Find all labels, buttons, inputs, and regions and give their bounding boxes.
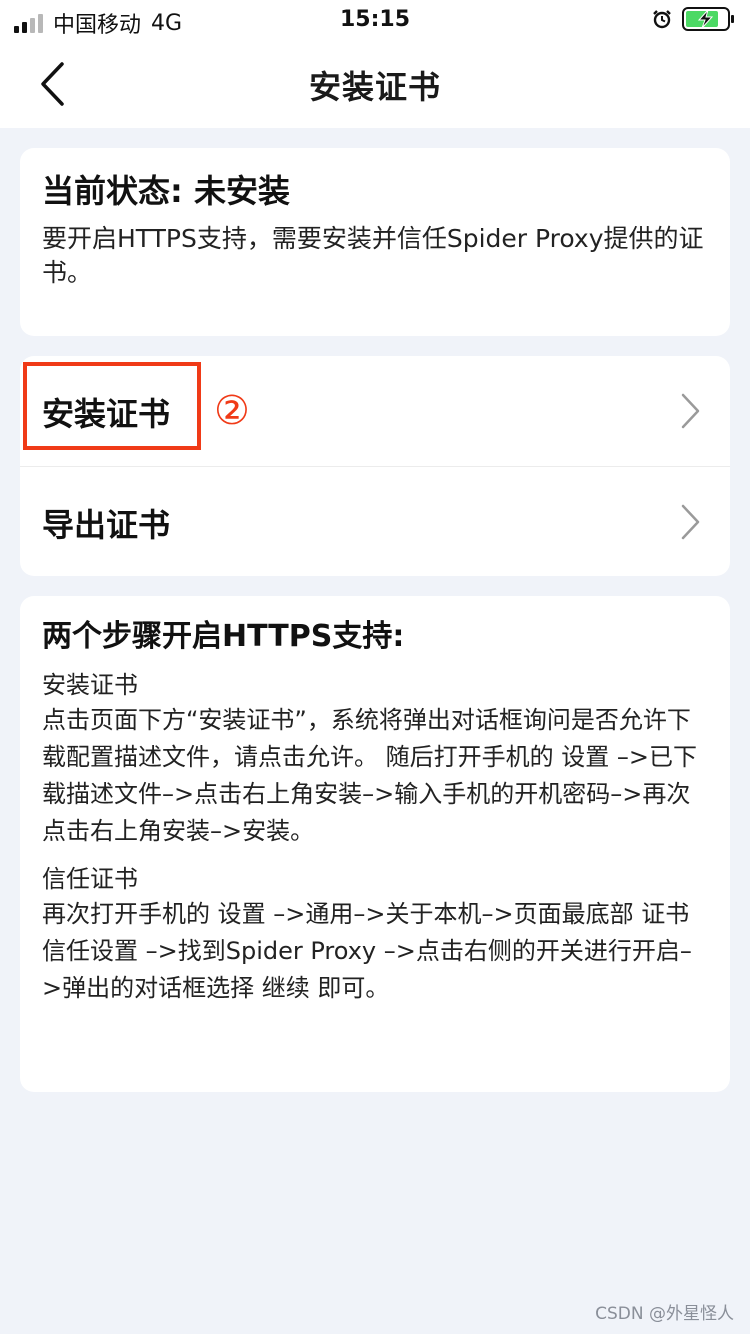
install-status-description: 要开启HTTPS支持，需要安装并信任Spider Proxy提供的证书。 <box>42 224 704 287</box>
annotation-step-marker: ② <box>214 388 250 434</box>
battery-charging-icon <box>682 7 734 31</box>
install-status-title: 当前状态: 未安装 <box>42 172 290 210</box>
steps-title: 两个步骤开启HTTPS支持: <box>42 619 405 654</box>
step-text: 再次打开手机的 设置 –>通用–>关于本机–>页面最底部 证书信任设置 –>找到… <box>42 900 692 1002</box>
status-time: 15:15 <box>339 7 411 32</box>
steps-card: 两个步骤开启HTTPS支持: 安装证书 点击页面下方“安装证书”，系统将弹出对话… <box>20 596 730 1092</box>
step-trust-certificate: 信任证书 再次打开手机的 设置 –>通用–>关于本机–>页面最底部 证书信任设置… <box>42 862 708 1007</box>
step-heading: 信任证书 <box>42 865 138 893</box>
menu-item-label: 导出证书 <box>42 506 171 544</box>
menu-item-install-certificate[interactable]: 安装证书 ② <box>20 356 730 466</box>
menu-item-label: 安装证书 <box>42 395 171 433</box>
step-heading: 安装证书 <box>42 671 138 699</box>
menu-item-export-certificate[interactable]: 导出证书 <box>20 466 730 576</box>
status-right <box>652 7 736 31</box>
chevron-right-icon <box>681 393 700 429</box>
step-text: 点击页面下方“安装证书”，系统将弹出对话框询问是否允许下载配置描述文件，请点击允… <box>42 706 697 845</box>
status-card: 当前状态: 未安装 要开启HTTPS支持，需要安装并信任Spider Proxy… <box>20 148 730 336</box>
step-install-certificate: 安装证书 点击页面下方“安装证书”，系统将弹出对话框询问是否允许下载配置描述文件… <box>42 668 708 850</box>
alarm-icon <box>653 10 671 29</box>
nav-bar: 安装证书 <box>0 40 750 128</box>
watermark: CSDN @外星怪人 <box>595 1304 734 1324</box>
chevron-right-icon <box>681 504 700 540</box>
status-bar: 中国移动 4G 15:15 <box>0 0 750 40</box>
certificate-menu: 安装证书 ② 导出证书 <box>20 356 730 576</box>
page-title: 安装证书 <box>308 68 441 106</box>
